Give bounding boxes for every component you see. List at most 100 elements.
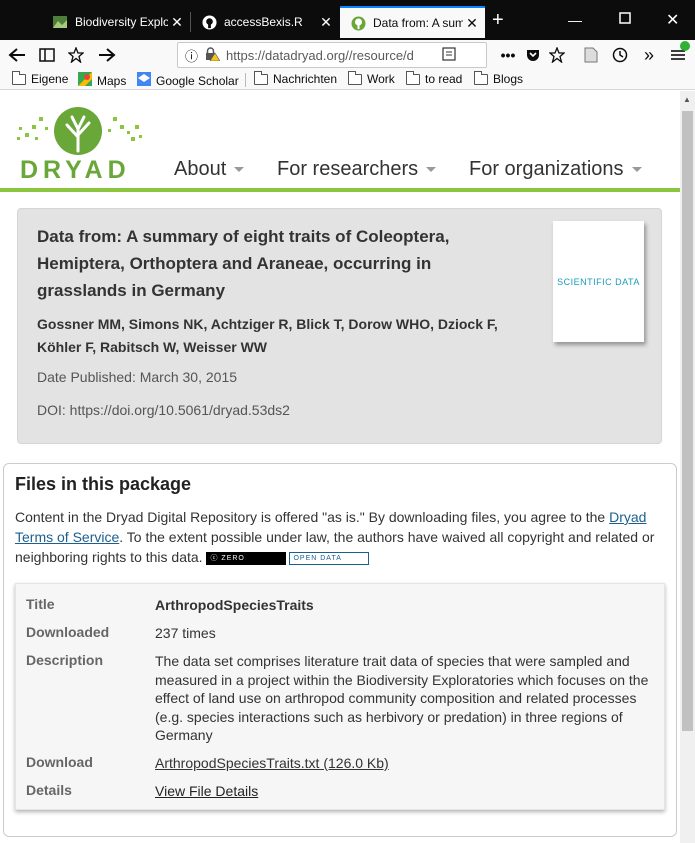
pocket-icon[interactable] xyxy=(522,44,544,66)
google-scholar-icon xyxy=(137,72,151,89)
folder-icon xyxy=(474,70,488,85)
bookmark-nachrichten[interactable]: Nachrichten xyxy=(254,70,338,86)
download-count: 237 times xyxy=(155,625,216,641)
bookmark-label: Google Scholar xyxy=(156,73,239,88)
cc-zero-badge[interactable]: ⓒ ZERO xyxy=(206,551,287,565)
files-heading: Files in this package xyxy=(15,474,192,494)
document-icon[interactable] xyxy=(580,44,602,66)
folder-icon xyxy=(348,70,362,85)
bookmark-blogs[interactable]: Blogs xyxy=(474,70,524,86)
lock-warning-icon[interactable] xyxy=(204,46,221,64)
back-icon[interactable] xyxy=(6,44,28,66)
nav-for-organizations[interactable]: For organizations xyxy=(469,158,642,181)
bookmark-eigene[interactable]: Eigene xyxy=(12,70,69,86)
download-label: Download xyxy=(26,754,93,770)
journal-name: SCIENTIFIC DATA xyxy=(557,276,640,287)
bookmark-label: to read xyxy=(425,72,463,86)
folder-icon xyxy=(406,70,420,85)
bookmarks-bar: Eigene Maps Google Scholar Nachrichten W… xyxy=(0,70,695,90)
title-label: Title xyxy=(26,596,55,612)
bookmark-label: Work xyxy=(367,72,395,86)
bookmark-maps[interactable]: Maps xyxy=(78,72,126,89)
site-header: DRYAD About For researchers For organiza… xyxy=(0,91,680,192)
dataset-title: Data from: A summary of eight traits of … xyxy=(37,227,450,300)
bookmark-google-scholar[interactable]: Google Scholar xyxy=(137,72,239,89)
forward-icon[interactable] xyxy=(96,44,118,66)
bookmark-page-icon[interactable] xyxy=(546,44,568,66)
page-viewport: DRYAD About For researchers For organiza… xyxy=(0,91,680,843)
nav-label: For researchers xyxy=(277,158,419,180)
bookmark-label: Nachrichten xyxy=(273,72,338,86)
nav-label: For organizations xyxy=(469,158,624,180)
terms-notice: Content in the Dryad Digital Repository … xyxy=(15,507,665,567)
tab-bar: Biodiversity Explo ✕ accessBexis.R ✕ Dat… xyxy=(0,0,695,40)
new-tab-icon[interactable]: + xyxy=(492,10,504,30)
tab-title: Biodiversity Explo xyxy=(75,15,168,29)
github-icon xyxy=(201,14,217,30)
doi: DOI: https://doi.org/10.5061/dryad.53ds2 xyxy=(37,402,290,418)
folder-icon xyxy=(254,70,268,85)
bookmark-label: Blogs xyxy=(493,72,524,86)
url-text: https://datadryad.org//resource/d xyxy=(226,47,414,63)
maps-icon xyxy=(78,72,92,89)
download-file-link[interactable]: ArthropodSpeciesTraits.txt (126.0 Kb) xyxy=(155,754,389,773)
close-window-icon[interactable]: ✕ xyxy=(666,10,679,30)
downloaded-label: Downloaded xyxy=(26,624,110,640)
tab-biodiversity[interactable]: Biodiversity Explo ✕ xyxy=(42,6,190,38)
tab-accessbexis[interactable]: accessBexis.R ✕ xyxy=(191,6,339,38)
view-file-details-link[interactable]: View File Details xyxy=(155,782,258,801)
journal-cover-image[interactable]: SCIENTIFIC DATA xyxy=(553,221,644,342)
nav-label: About xyxy=(174,158,227,180)
badge-label: OPEN DATA xyxy=(293,554,342,562)
url-bar[interactable]: ⓘ https://datadryad.org//resource/d xyxy=(177,42,487,68)
tab-title: accessBexis.R xyxy=(224,15,303,29)
menu-icon[interactable] xyxy=(667,41,690,66)
bookmark-to-read[interactable]: to read xyxy=(406,70,463,86)
file-description: The data set comprises literature trait … xyxy=(155,653,649,743)
page-actions-icon[interactable]: ••• xyxy=(497,44,519,66)
minimize-icon[interactable]: — xyxy=(568,12,582,28)
update-badge-icon xyxy=(680,41,690,51)
biodiversity-favicon xyxy=(52,14,68,30)
caret-down-icon xyxy=(426,167,437,172)
details-label: Details xyxy=(26,782,72,798)
close-tab-icon[interactable]: ✕ xyxy=(317,14,335,31)
badge-label: ZERO xyxy=(221,554,245,562)
notice-text: Content in the Dryad Digital Repository … xyxy=(15,509,610,525)
scroll-thumb[interactable] xyxy=(682,111,693,731)
file-title: ArthropodSpeciesTraits xyxy=(155,597,314,613)
caret-down-icon xyxy=(234,167,245,172)
close-tab-icon[interactable]: ✕ xyxy=(463,15,481,32)
caret-down-icon xyxy=(631,167,642,172)
dryad-tree-icon xyxy=(17,107,142,155)
folder-icon xyxy=(12,70,26,85)
navigation-toolbar: ⓘ https://datadryad.org//resource/d ••• … xyxy=(0,40,695,70)
bookmark-separator xyxy=(245,73,246,87)
bookmark-label: Eigene xyxy=(31,72,69,86)
open-data-badge[interactable]: OPEN DATA xyxy=(289,551,370,565)
file-metadata-table: Title ArthropodSpeciesTraits Downloaded … xyxy=(15,583,665,810)
dryad-wordmark: DRYAD xyxy=(20,156,131,184)
sidebar-icon[interactable] xyxy=(36,44,58,66)
nav-for-researchers[interactable]: For researchers xyxy=(277,158,437,181)
citation-box: Data from: A summary of eight traits of … xyxy=(17,208,662,444)
reader-view-icon[interactable] xyxy=(442,46,456,64)
header-divider xyxy=(0,188,680,192)
close-tab-icon[interactable]: ✕ xyxy=(168,14,186,31)
overflow-chevron-icon[interactable]: » xyxy=(638,44,660,66)
history-icon[interactable] xyxy=(609,44,631,66)
date-published: Date Published: March 30, 2015 xyxy=(37,369,238,385)
files-panel: Files in this package Content in the Dry… xyxy=(3,463,677,837)
bookmark-star-icon[interactable] xyxy=(65,44,87,66)
nav-about[interactable]: About xyxy=(174,158,245,181)
page-scrollbar[interactable]: ▲ xyxy=(680,91,695,843)
tab-title: Data from: A sum xyxy=(373,16,463,30)
bookmark-work[interactable]: Work xyxy=(348,70,395,86)
dryad-favicon xyxy=(350,15,366,31)
tab-data-from[interactable]: Data from: A sum ✕ xyxy=(340,6,485,38)
maximize-icon[interactable] xyxy=(619,11,631,27)
bookmark-label: Maps xyxy=(97,73,127,88)
info-icon[interactable]: ⓘ xyxy=(185,46,198,65)
description-label: Description xyxy=(26,652,104,668)
scroll-up-icon[interactable]: ▲ xyxy=(683,95,691,104)
